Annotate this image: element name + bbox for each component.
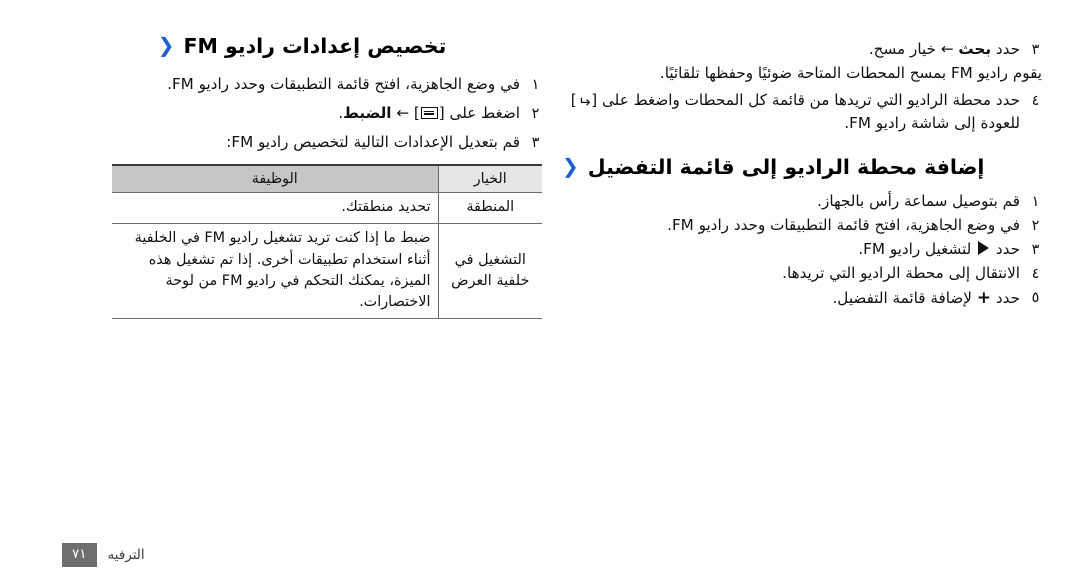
step-item: ٤ حدد محطة الراديو التي تريدها من قائمة … <box>562 89 1042 135</box>
table-cell-function: تحديد منطقتك. <box>112 192 439 225</box>
step-number: ١ <box>531 76 540 93</box>
step-text: قم بتعديل الإعدادات التالية لتخصيص راديو… <box>226 132 520 151</box>
step-number: ٣ <box>531 134 540 151</box>
fm-settings-steps: ١ في وضع الجاهزية، افتح قائمة التطبيقات … <box>62 73 542 154</box>
section-heading-favorites: ❮ إضافة محطة الراديو إلى قائمة التفضيل <box>562 155 1042 181</box>
step-text-part: حدد <box>991 239 1020 258</box>
step-item: ٣ حدد لتشغيل راديو FM. <box>562 238 1042 261</box>
right-continued-steps: ٣ حدد بحث ← خيار مسح. <box>562 38 1042 61</box>
section-title: تخصيص إعدادات راديو FM <box>183 34 447 58</box>
step-text: حدد محطة الراديو التي تريدها من قائمة كل… <box>562 89 1020 135</box>
plus-icon: + <box>976 288 992 309</box>
right-column: ٣ حدد بحث ← خيار مسح. يقوم راديو FM بمسح… <box>562 0 1042 313</box>
table-column-header-function: الوظيفة <box>112 163 439 193</box>
step-text-part: ← خيار مسح. <box>868 40 959 58</box>
chevron-left-icon: ❮ <box>157 33 175 57</box>
step-item: ٢ في وضع الجاهزية، افتح قائمة التطبيقات … <box>562 214 1042 237</box>
manual-page: ٣ حدد بحث ← خيار مسح. يقوم راديو FM بمسح… <box>0 0 1080 586</box>
step-item: ٣ قم بتعديل الإعدادات التالية لتخصيص راد… <box>62 131 542 154</box>
step-text: الانتقال إلى محطة الراديو التي تريدها. <box>782 263 1020 282</box>
step-item: ٤ الانتقال إلى محطة الراديو التي تريدها. <box>562 262 1042 285</box>
step-number: ٣ <box>1031 42 1040 58</box>
step-number: ٣ <box>1031 241 1040 258</box>
step-text: حدد لتشغيل راديو FM. <box>562 238 1020 261</box>
table-body: المنطقة تحديد منطقتك. التشغيل في خلفية ا… <box>112 192 542 320</box>
step-text: في وضع الجاهزية، افتح قائمة التطبيقات وح… <box>167 74 520 93</box>
step-item: ١ في وضع الجاهزية، افتح قائمة التطبيقات … <box>62 73 542 96</box>
menu-key-icon <box>420 106 438 119</box>
step-number: ٤ <box>1031 265 1040 282</box>
table-row: المنطقة تحديد منطقتك. <box>112 192 542 225</box>
section-title: إضافة محطة الراديو إلى قائمة التفضيل <box>587 155 985 180</box>
step-text: حدد بحث ← خيار مسح. <box>562 38 1020 61</box>
step-number: ١ <box>1031 193 1040 210</box>
step-text: في وضع الجاهزية، افتح قائمة التطبيقات وح… <box>667 215 1020 234</box>
step-text-part: اضغط على [ <box>438 103 520 122</box>
table-column-header-option: الخيار <box>438 163 542 193</box>
step-item: ٥ حدد + لإضافة قائمة التفضيل. <box>562 286 1042 312</box>
fm-settings-table: الخيار الوظيفة المنطقة تحديد منطقتك. الت… <box>112 163 542 320</box>
page-footer: ٧١ الترفيه <box>62 542 145 567</box>
scan-note: يقوم راديو FM بمسح المحطات المتاحة ضوئيً… <box>659 64 1042 83</box>
step-item: ٢ اضغط على [] ← الضبط. <box>62 102 542 125</box>
step-text-part: حدد <box>991 289 1020 308</box>
table-cell-function: ضبط ما إذا كنت تريد تشغيل راديو FM في ال… <box>112 223 439 320</box>
right-continued-steps-2: ٤ حدد محطة الراديو التي تريدها من قائمة … <box>562 89 1042 135</box>
left-column: ❮ تخصيص إعدادات راديو FM ١ في وضع الجاهز… <box>62 0 542 320</box>
step-text: قم بتوصيل سماعة رأس بالجهاز. <box>817 191 1020 210</box>
table-head: الخيار الوظيفة <box>112 163 542 193</box>
step-number: ٥ <box>1031 290 1040 307</box>
page-number-badge: ٧١ <box>62 542 97 567</box>
play-icon <box>978 240 990 255</box>
step-number: ٢ <box>531 105 540 122</box>
step-number: ٤ <box>1031 92 1040 109</box>
table-cell-option: المنطقة <box>438 192 542 225</box>
step-text-part: ] ← <box>391 103 420 122</box>
step-text: اضغط على [] ← الضبط. <box>62 102 520 125</box>
step-text-part: لإضافة قائمة التفضيل. <box>832 289 977 308</box>
chevron-left-icon: ❮ <box>562 154 579 179</box>
step-bold-term: الضبط <box>343 103 392 122</box>
step-text-part: لتشغيل راديو FM. <box>858 239 977 258</box>
back-key-icon: ↵ <box>577 92 591 111</box>
favorites-steps: ١ قم بتوصيل سماعة رأس بالجهاز. ٢ في وضع … <box>562 190 1042 312</box>
table-header-row: الخيار الوظيفة <box>112 163 542 193</box>
footer-section-label: الترفيه <box>107 546 145 563</box>
step-bold-term: بحث <box>958 40 992 58</box>
step-text-part: حدد <box>991 40 1020 58</box>
step-item: ٣ حدد بحث ← خيار مسح. <box>562 38 1042 61</box>
table-cell-option: التشغيل في خلفية العرض <box>438 223 542 320</box>
step-text: حدد + لإضافة قائمة التفضيل. <box>562 286 1020 312</box>
step-number: ٢ <box>1031 217 1040 234</box>
step-text-part: حدد محطة الراديو التي تريدها من قائمة كل… <box>591 90 1020 109</box>
table-row: التشغيل في خلفية العرض ضبط ما إذا كنت تر… <box>112 223 542 320</box>
step-item: ١ قم بتوصيل سماعة رأس بالجهاز. <box>562 190 1042 213</box>
section-heading-fm-settings: ❮ تخصيص إعدادات راديو FM <box>62 34 542 60</box>
